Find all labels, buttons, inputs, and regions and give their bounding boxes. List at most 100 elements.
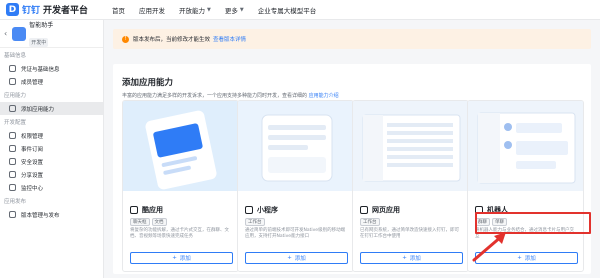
share-icon (9, 171, 16, 178)
card-tags: 工作台 (360, 218, 382, 226)
plus-icon: + (287, 255, 292, 261)
sidebar-item-label: 监控中心 (21, 185, 44, 192)
back-icon[interactable]: ‹ (4, 29, 7, 38)
card-title: 网页应用 (360, 205, 400, 215)
card-title-text: 酷应用 (142, 206, 163, 214)
warning-icon: ! (122, 35, 129, 43)
section-basic-info: 基础信息 (4, 53, 27, 59)
card-title-text: 小程序 (257, 206, 278, 214)
plus-icon: + (172, 255, 177, 261)
card-web-app: 网页应用 工作台 已有网页系统，通过简单改造快速接入钉钉，即可在钉钉工作台中使用… (352, 100, 469, 272)
web-app-preview-image (353, 101, 468, 191)
sidebar: ‹ 智能助手 开发中 基础信息 凭证与基础信息 成员管理 应用能力 添加应用能力… (0, 20, 104, 278)
add-web-app-button[interactable]: + 添加 (360, 252, 463, 264)
sidebar-item-label: 事件订阅 (21, 146, 44, 153)
mini-program-icon (245, 206, 253, 214)
card-description: 将复杂的功能拆解，通过卡片式交互，在群聊、文档、音视频等场景快速完成任务 (130, 228, 229, 239)
main-content: ! 版本发布后，当前修改才能生效 查看版本详情 添加应用能力 丰富的应用能力满足… (104, 20, 600, 278)
sidebar-item-permissions[interactable]: 权限管理 (0, 129, 103, 142)
tag: 文档 (151, 218, 167, 226)
top-navigation-bar: D 钉钉 开发者平台 首页 应用开发 开放能力 ▼ 更多 ▼ 企业专属大模型平台 (0, 0, 600, 20)
plus-icon: + (402, 255, 407, 261)
page-description: 丰富的应用能力满足多样的开发诉求，一个应用支持多种能力同时开发，查看详细的 应用… (122, 92, 339, 99)
card-mini-program: 小程序 工作台 通过简单的前端技术即可开发Native级别的移动端应用，支持打开… (237, 100, 354, 272)
nav-open-capability[interactable]: 开放能力 ▼ (179, 5, 211, 15)
chevron-down-icon: ▼ (239, 6, 244, 13)
app-name: 智能助手 (29, 21, 54, 29)
capability-cards: 酷应用 聊天框 文档 将复杂的功能拆解，通过卡片式交互，在群聊、文档、音视频等场景… (122, 100, 584, 272)
sidebar-item-members[interactable]: 成员管理 (0, 75, 103, 88)
add-cool-app-button[interactable]: + 添加 (130, 252, 233, 264)
nav-open-capability-label: 开放能力 (179, 6, 205, 15)
capability-intro-link[interactable]: 应用能力介绍 (309, 93, 339, 99)
card-title-text: 网页应用 (372, 206, 400, 214)
sidebar-item-monitor[interactable]: 监控中心 (0, 181, 103, 194)
top-nav: 首页 应用开发 开放能力 ▼ 更多 ▼ 企业专属大模型平台 (112, 5, 330, 15)
app-status-badge: 开发中 (29, 37, 49, 47)
cool-app-preview-image (123, 101, 238, 191)
chevron-down-icon: ▼ (207, 6, 211, 13)
web-app-icon (360, 206, 368, 214)
bell-icon (9, 145, 16, 152)
nav-more-label: 更多 (224, 6, 238, 15)
tag: 聊天框 (130, 218, 150, 226)
platform-logo[interactable]: D 钉钉 开发者平台 (0, 3, 112, 16)
sidebar-item-events[interactable]: 事件订阅 (0, 142, 103, 155)
sidebar-item-share[interactable]: 分享设置 (0, 168, 103, 181)
version-icon (9, 211, 16, 218)
sidebar-item-add-capability[interactable]: 添加应用能力 (0, 102, 103, 115)
sidebar-item-label: 权限管理 (21, 133, 44, 140)
section-app-release: 应用发布 (4, 199, 27, 205)
page-title: 添加应用能力 (122, 78, 174, 88)
tag: 工作台 (245, 218, 265, 226)
dingtalk-logo-icon: D (6, 3, 19, 16)
app-avatar (12, 26, 27, 41)
logo-brand-name: 钉钉 (22, 6, 41, 16)
add-button-label: 添加 (179, 256, 191, 262)
sidebar-item-version[interactable]: 版本管理与发布 (0, 208, 103, 221)
add-button-label: 添加 (524, 256, 536, 262)
section-dev-config: 开发配置 (4, 120, 27, 126)
card-description: 已有网页系统，通过简单改造快速接入钉钉，即可在钉钉工作台中使用 (360, 228, 459, 239)
version-detail-link[interactable]: 查看版本详情 (213, 35, 246, 43)
sidebar-item-label: 凭证与基础信息 (21, 66, 60, 73)
section-app-capability: 应用能力 (4, 93, 27, 99)
mini-program-preview-image (238, 101, 353, 191)
card-title: 酷应用 (130, 205, 163, 215)
sidebar-item-credentials[interactable]: 凭证与基础信息 (0, 62, 103, 75)
add-button-label: 添加 (294, 256, 306, 262)
version-notice-banner: ! 版本发布后，当前修改才能生效 查看版本详情 (113, 29, 591, 49)
card-cool-app: 酷应用 聊天框 文档 将复杂的功能拆解，通过卡片式交互，在群聊、文档、音视频等场景… (122, 100, 239, 272)
user-icon (9, 78, 16, 85)
sidebar-item-label: 分享设置 (21, 172, 44, 179)
monitor-icon (9, 184, 16, 191)
sidebar-item-label: 版本管理与发布 (21, 212, 60, 219)
cool-app-icon (130, 206, 138, 214)
tag: 工作台 (360, 218, 380, 226)
nav-more[interactable]: 更多 ▼ (225, 5, 244, 15)
logo-title: 开发者平台 (43, 6, 89, 16)
lock-icon (9, 132, 16, 139)
nav-app-dev[interactable]: 应用开发 (139, 5, 165, 15)
notice-text: 版本发布后，当前修改才能生效 (133, 37, 211, 43)
capability-panel: 添加应用能力 丰富的应用能力满足多样的开发诉求，一个应用支持多种能力同时开发，查… (113, 64, 591, 274)
page-description-text: 丰富的应用能力满足多样的开发诉求，一个应用支持多种能力同时开发，查看详细的 (122, 93, 308, 99)
sidebar-item-label: 添加应用能力 (21, 106, 55, 113)
sidebar-item-label: 安全设置 (21, 159, 44, 166)
card-tags: 工作台 (245, 218, 267, 226)
card-tags: 聊天框 文档 (130, 218, 169, 226)
plus-box-icon (9, 105, 16, 112)
plus-icon: + (517, 255, 522, 261)
sidebar-item-label: 成员管理 (21, 79, 44, 86)
nav-enterprise-llm[interactable]: 企业专属大模型平台 (258, 5, 317, 15)
nav-home[interactable]: 首页 (112, 5, 125, 15)
annotation-arrow-icon (472, 232, 506, 262)
app-header: ‹ 智能助手 开发中 (0, 20, 103, 48)
add-mini-program-button[interactable]: + 添加 (245, 252, 348, 264)
card-title: 小程序 (245, 205, 278, 215)
shield-icon (9, 158, 16, 165)
add-button-label: 添加 (409, 256, 421, 262)
key-icon (9, 65, 16, 72)
sidebar-item-security[interactable]: 安全设置 (0, 155, 103, 168)
card-description: 通过简单的前端技术即可开发Native级别的移动端应用，支持打开Native能力… (245, 228, 346, 239)
